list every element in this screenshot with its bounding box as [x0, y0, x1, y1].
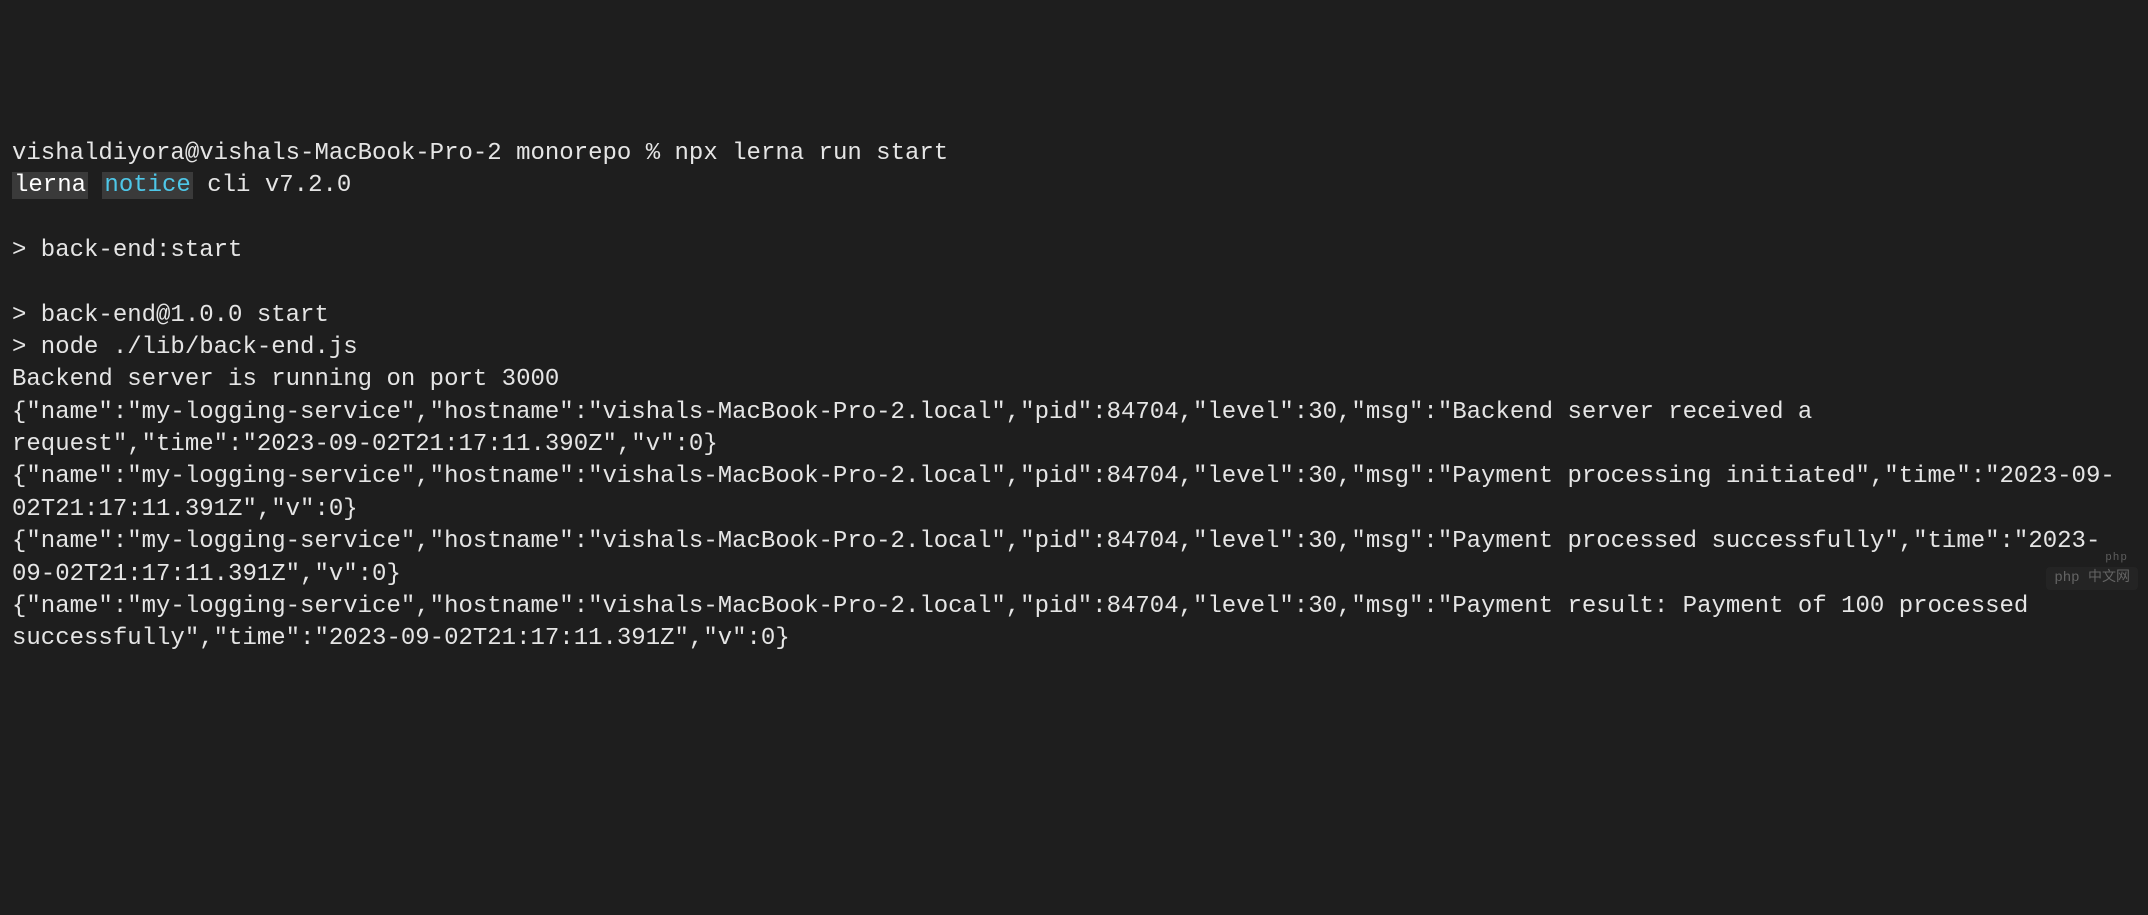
- watermark-sub-icon: php: [2105, 551, 2128, 566]
- terminal-output[interactable]: vishaldiyora@vishals-MacBook-Pro-2 monor…: [12, 138, 2136, 656]
- output-line: > back-end@1.0.0 start: [12, 302, 329, 329]
- prompt-symbol: %: [646, 140, 660, 167]
- log-json-line: {"name":"my-logging-service","hostname":…: [12, 463, 2115, 522]
- prompt-user-host: vishaldiyora@vishals-MacBook-Pro-2: [12, 140, 502, 167]
- blank-line: [12, 267, 2136, 299]
- lerna-notice-line: lerna notice cli v7.2.0: [12, 172, 351, 199]
- log-json-line: {"name":"my-logging-service","hostname":…: [12, 399, 1827, 458]
- watermark-label: php 中文网: [2046, 567, 2138, 590]
- prompt-line: vishaldiyora@vishals-MacBook-Pro-2 monor…: [12, 140, 948, 167]
- lerna-cli-version: cli v7.2.0: [193, 172, 351, 199]
- prompt-directory: monorepo: [516, 140, 631, 167]
- notice-tag: notice: [102, 172, 192, 199]
- output-line: > node ./lib/back-end.js: [12, 334, 358, 361]
- blank-line: [12, 202, 2136, 234]
- lerna-tag: lerna: [12, 172, 88, 199]
- output-line: Backend server is running on port 3000: [12, 366, 559, 393]
- log-json-line: {"name":"my-logging-service","hostname":…: [12, 528, 2100, 587]
- output-line: > back-end:start: [12, 237, 242, 264]
- log-json-line: {"name":"my-logging-service","hostname":…: [12, 593, 2043, 652]
- prompt-command: npx lerna run start: [675, 140, 949, 167]
